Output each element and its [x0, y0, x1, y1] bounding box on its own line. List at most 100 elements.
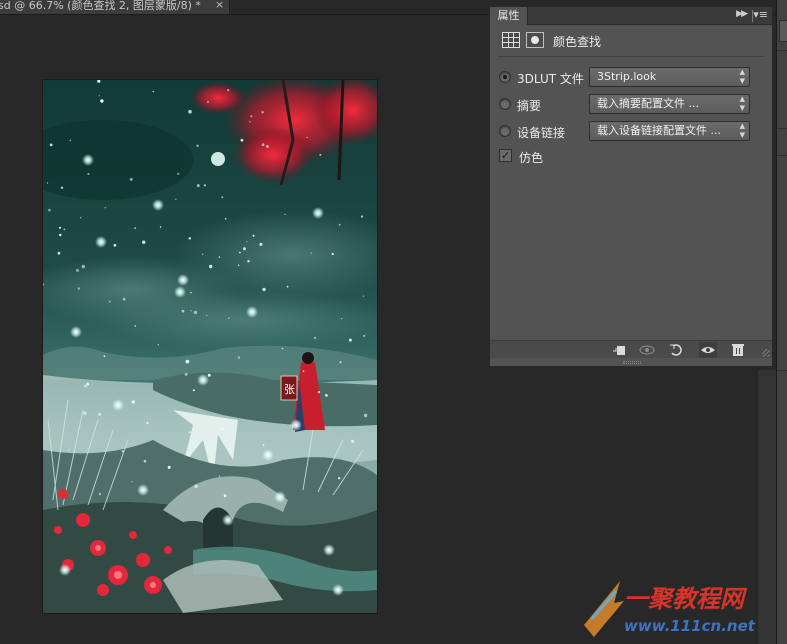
panel-resize-handle[interactable]	[623, 361, 641, 364]
star	[246, 240, 248, 243]
glow-orb	[222, 514, 234, 526]
star	[83, 384, 88, 388]
dither-label: 仿色	[519, 151, 544, 165]
star	[252, 234, 255, 237]
dither-checkbox[interactable]: ✓	[499, 149, 512, 162]
dock-separator	[777, 370, 787, 371]
star	[284, 213, 286, 215]
lookup-table-icon[interactable]	[502, 32, 520, 48]
radio-device-link[interactable]	[499, 125, 511, 137]
glow-orb	[137, 484, 149, 496]
star	[98, 492, 101, 496]
panel-menu-icon[interactable]: ▾≡	[753, 8, 768, 21]
radio-abstract[interactable]	[499, 98, 511, 110]
dock-separator	[777, 50, 787, 51]
star	[77, 287, 80, 290]
star	[131, 481, 133, 483]
select-3dlut-value: 3Strip.look	[597, 70, 657, 83]
star	[103, 355, 106, 358]
star	[325, 394, 328, 397]
trash-icon[interactable]	[729, 342, 747, 358]
document-tab[interactable]: sd @ 66.7% (颜色查找 2, 图层蒙版/8) * ×	[0, 0, 230, 14]
star	[48, 208, 51, 212]
star	[218, 256, 221, 258]
tab-properties[interactable]: 属性	[490, 7, 528, 25]
artwork-image: 张	[43, 80, 377, 613]
view-previous-state-icon[interactable]	[638, 342, 656, 358]
watermark-url-text: www.111cn.net	[624, 617, 756, 635]
panel-header: 属性 ▶▶ ▾≡	[490, 7, 772, 25]
star	[262, 287, 266, 292]
close-tab-icon[interactable]: ×	[215, 0, 224, 12]
star	[152, 90, 155, 93]
select-abstract-profile[interactable]: 载入摘要配置文件 ... ▲ ▼	[589, 94, 750, 114]
star	[81, 264, 85, 269]
star	[242, 247, 246, 251]
resize-grip[interactable]	[762, 349, 770, 357]
document-canvas[interactable]: 张	[43, 80, 377, 613]
star	[104, 207, 106, 209]
select-device-link-profile[interactable]: 载入设备链接配置文件 ... ▲ ▼	[589, 121, 750, 141]
star	[100, 99, 104, 103]
option-row-device-link: 设备链接 载入设备链接配置文件 ... ▲ ▼	[490, 121, 772, 141]
glow-orb	[197, 374, 209, 386]
star	[203, 184, 206, 187]
double-chevron-right-icon[interactable]: ▶▶	[736, 9, 748, 19]
dock-separator	[777, 155, 787, 156]
star	[190, 310, 192, 312]
star	[59, 233, 62, 237]
star	[69, 139, 72, 142]
star	[122, 297, 126, 301]
star	[134, 227, 137, 230]
glow-orb	[70, 326, 82, 338]
dock-button[interactable]	[779, 20, 787, 42]
star	[360, 215, 364, 218]
star	[146, 421, 149, 425]
star	[181, 309, 185, 313]
star	[317, 390, 321, 394]
panel-divider	[498, 56, 764, 57]
star	[157, 344, 159, 346]
select-arrows-icon: ▲ ▼	[739, 95, 745, 112]
star	[338, 223, 341, 226]
glow-orb	[177, 274, 189, 286]
star	[209, 264, 213, 269]
select-arrows-icon: ▲ ▼	[739, 68, 745, 85]
clip-to-layer-icon[interactable]	[610, 342, 628, 358]
star	[302, 370, 305, 372]
star	[202, 253, 204, 255]
star	[363, 413, 368, 418]
star	[108, 300, 111, 303]
glow-orb	[332, 584, 344, 596]
star	[46, 182, 49, 184]
star	[218, 475, 221, 477]
select-3dlut-file[interactable]: 3Strip.look ▲ ▼	[589, 67, 750, 87]
star	[190, 292, 192, 294]
star	[237, 356, 241, 359]
star	[175, 198, 177, 200]
star	[194, 484, 198, 488]
star	[286, 285, 289, 288]
star	[121, 450, 124, 453]
reset-icon[interactable]	[667, 342, 685, 358]
star	[266, 145, 269, 148]
visibility-eye-icon[interactable]	[699, 342, 717, 358]
select-abstract-value: 载入摘要配置文件 ...	[597, 97, 699, 110]
star	[76, 268, 79, 272]
star	[57, 251, 61, 255]
option-row-3dlut: 3DLUT 文件 3Strip.look ▲ ▼	[490, 67, 772, 87]
star	[129, 177, 133, 181]
star	[207, 101, 209, 103]
star	[98, 413, 102, 416]
star	[227, 89, 230, 92]
star	[59, 226, 61, 229]
star	[188, 109, 192, 114]
glow-orb	[312, 207, 324, 219]
layer-mask-icon[interactable]	[526, 32, 544, 48]
star	[63, 228, 66, 231]
star	[351, 439, 355, 443]
star	[207, 373, 211, 377]
star	[249, 121, 251, 123]
star	[310, 252, 312, 254]
radio-3dlut[interactable]	[499, 71, 511, 83]
